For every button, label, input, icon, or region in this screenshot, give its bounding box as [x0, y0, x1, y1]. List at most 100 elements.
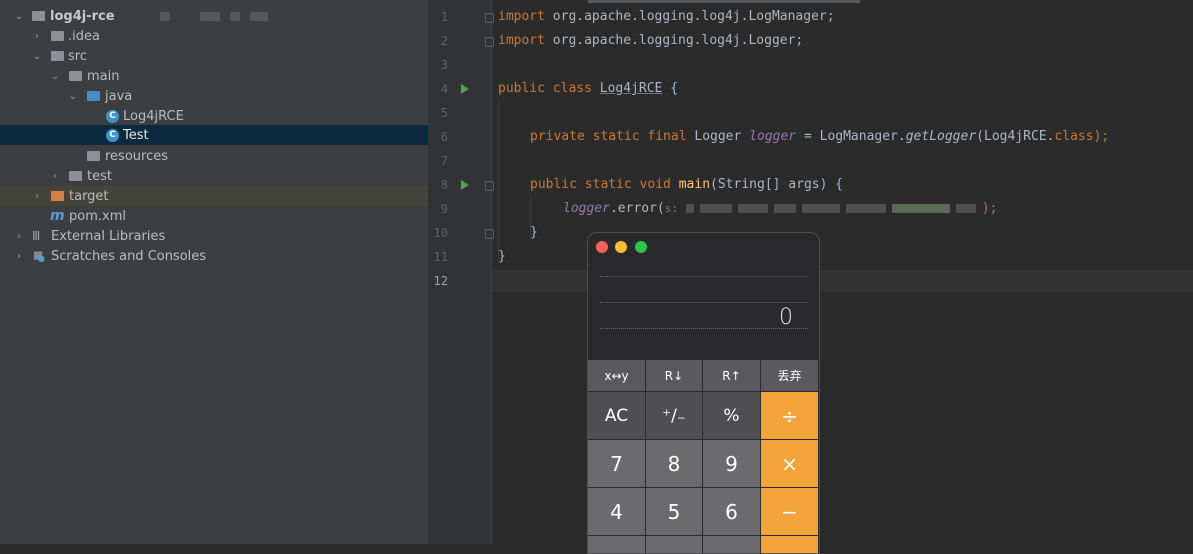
close-window-button[interactable]: [596, 241, 608, 253]
code-text: );: [1093, 129, 1110, 144]
fold-icon[interactable]: [485, 37, 494, 47]
fold-icon[interactable]: [485, 181, 494, 191]
digit-row-partial[interactable]: [588, 536, 646, 553]
tree-item-log4jrce[interactable]: C Log4jRCE: [0, 106, 428, 126]
tree-item-external-libraries[interactable]: › Ⅲ External Libraries: [0, 226, 428, 246]
operator-partial[interactable]: [761, 536, 819, 553]
chevron-right-icon[interactable]: ›: [32, 191, 42, 202]
tree-item-target[interactable]: › target: [0, 186, 428, 206]
tree-item-label: java: [105, 88, 133, 104]
calculator-window[interactable]: 0 x↔y R↓ R↑ 丢弃 AC ⁺∕₋ % ÷ 7 8 9 × 4 5 6 …: [587, 232, 820, 554]
chevron-right-icon[interactable]: ›: [14, 251, 24, 262]
run-class-icon[interactable]: [461, 84, 469, 94]
code-keyword: private static final: [530, 129, 687, 144]
code-text: }: [530, 225, 538, 240]
code-line-6[interactable]: private static final Logger logger = Log…: [530, 129, 1109, 144]
minimize-window-button[interactable]: [615, 241, 627, 253]
blurred-path: [250, 11, 268, 21]
digit-8-button[interactable]: 8: [646, 440, 703, 488]
fold-icon[interactable]: [485, 229, 494, 239]
line-number: 2: [440, 34, 448, 48]
digit-row-partial[interactable]: [646, 536, 703, 553]
tree-item-src[interactable]: ⌄ src: [0, 46, 428, 66]
display-divider: [600, 302, 808, 303]
subtract-button[interactable]: −: [761, 488, 819, 536]
class-name: Log4jRCE: [599, 81, 663, 96]
plus-minus-button[interactable]: ⁺∕₋: [646, 392, 703, 440]
digit-6-button[interactable]: 6: [703, 488, 761, 536]
tree-item-test-class[interactable]: C Test: [0, 125, 428, 145]
fold-icon[interactable]: [485, 13, 494, 23]
run-main-icon[interactable]: [461, 180, 469, 190]
all-clear-button[interactable]: AC: [588, 392, 646, 440]
chevron-right-icon[interactable]: ›: [50, 171, 60, 182]
digit-4-button[interactable]: 4: [588, 488, 646, 536]
tree-item-main[interactable]: ⌄ main: [0, 66, 428, 86]
tree-item-scratches[interactable]: › Scratches and Consoles: [0, 246, 428, 266]
chevron-right-icon[interactable]: ›: [14, 231, 24, 242]
line-number: 7: [440, 154, 448, 168]
project-sidebar: ⌄ log4j-rce › .idea ⌄ src ⌄ main ⌄ java …: [0, 0, 428, 544]
display-divider: [600, 328, 808, 329]
digit-5-button[interactable]: 5: [646, 488, 703, 536]
code-line-9[interactable]: logger.error(s: );: [563, 201, 998, 216]
tree-item-root[interactable]: ⌄ log4j-rce: [0, 6, 428, 26]
tree-item-java[interactable]: ⌄ java: [0, 86, 428, 106]
source-folder-icon: [87, 91, 100, 101]
redacted-string: [685, 204, 694, 213]
code-text: = LogManager.: [796, 129, 906, 144]
tree-item-label: External Libraries: [51, 228, 166, 244]
percent-button[interactable]: %: [703, 392, 761, 440]
roll-down-button[interactable]: R↓: [646, 360, 703, 392]
folder-icon: [69, 171, 82, 181]
line-number: 9: [440, 202, 448, 216]
tree-item-test[interactable]: › test: [0, 166, 428, 186]
tree-item-pom[interactable]: m pom.xml: [0, 206, 428, 226]
editor-tab-strip: [588, 0, 860, 3]
folder-icon: [51, 31, 64, 41]
code-keyword: import: [498, 33, 545, 48]
code-text: (String[] args) {: [710, 177, 844, 192]
tree-item-idea[interactable]: › .idea: [0, 26, 428, 46]
drop-button[interactable]: 丢弃: [761, 360, 819, 392]
zoom-window-button[interactable]: [635, 241, 647, 253]
code-keyword: public static void: [530, 177, 671, 192]
chevron-right-icon[interactable]: ›: [32, 31, 42, 42]
code-method: getLogger: [905, 129, 977, 144]
code-line-2[interactable]: import org.apache.logging.log4j.Logger;: [498, 33, 803, 48]
display-divider: [600, 276, 808, 277]
line-number: 8: [440, 178, 448, 192]
line-number: 3: [440, 58, 448, 72]
multiply-button[interactable]: ×: [761, 440, 819, 488]
code-line-4[interactable]: public class Log4jRCE {: [498, 81, 678, 96]
chevron-down-icon[interactable]: ⌄: [14, 11, 24, 22]
tree-item-label: Scratches and Consoles: [51, 248, 207, 264]
code-text: org.apache.logging.log4j.Logger;: [544, 33, 804, 48]
code-text: );: [981, 201, 998, 216]
redacted-string: [773, 204, 796, 213]
chevron-down-icon[interactable]: ⌄: [32, 51, 42, 62]
redacted-string: [955, 204, 976, 213]
java-class-icon: C: [106, 128, 119, 142]
code-line-10[interactable]: }: [530, 225, 538, 240]
tree-item-label: log4j-rce: [50, 8, 115, 24]
digit-9-button[interactable]: 9: [703, 440, 761, 488]
divide-button[interactable]: ÷: [761, 392, 819, 440]
code-line-1[interactable]: import org.apache.logging.log4j.LogManag…: [498, 9, 835, 24]
tree-item-resources[interactable]: resources: [0, 146, 428, 166]
param-hint: s:: [664, 202, 679, 215]
digit-row-partial[interactable]: [703, 536, 761, 553]
scratches-icon: [33, 250, 45, 262]
code-keyword: class: [1054, 129, 1094, 144]
digit-7-button[interactable]: 7: [588, 440, 646, 488]
swap-xy-button[interactable]: x↔y: [588, 360, 646, 392]
code-type: Logger: [686, 129, 750, 144]
code-line-11[interactable]: }: [498, 249, 506, 264]
roll-up-button[interactable]: R↑: [703, 360, 761, 392]
chevron-down-icon[interactable]: ⌄: [68, 91, 78, 102]
tree-item-label: Test: [123, 127, 149, 143]
tree-item-label: Log4jRCE: [123, 108, 184, 124]
redacted-string: [845, 204, 886, 213]
chevron-down-icon[interactable]: ⌄: [50, 71, 60, 82]
code-line-8[interactable]: public static void main(String[] args) {: [530, 177, 843, 192]
